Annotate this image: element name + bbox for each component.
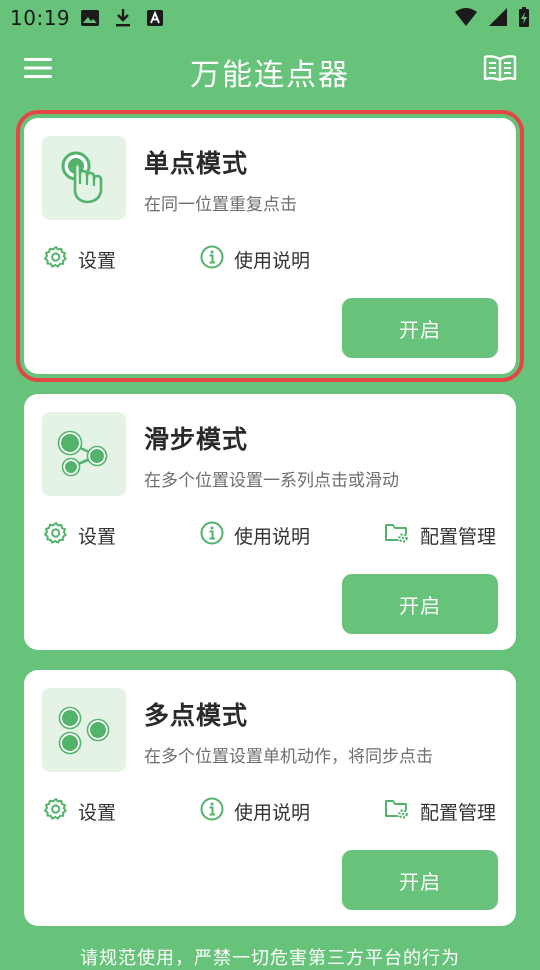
status-bar: 10:19 xyxy=(0,0,540,36)
mode-card-slide: 滑步模式 在多个位置设置一系列点击或滑动 设置 使用说明 配置管理 开启 xyxy=(24,394,516,650)
card-title: 单点模式 xyxy=(144,149,249,178)
help-button[interactable]: 使用说明 xyxy=(200,521,310,550)
start-button[interactable]: 开启 xyxy=(342,850,498,910)
gear-icon xyxy=(44,245,68,274)
help-button[interactable]: 使用说明 xyxy=(200,245,310,274)
status-right-icons xyxy=(454,6,530,32)
a-icon xyxy=(146,9,164,31)
footer-note: 请规范使用，严禁一切危害第三方平台的行为 xyxy=(80,948,460,969)
info-icon xyxy=(200,245,224,274)
status-left-icons xyxy=(80,8,164,32)
status-time: 10:19 xyxy=(10,6,71,30)
battery-charging-icon xyxy=(518,6,530,32)
info-icon xyxy=(200,797,224,826)
page-title: 万能连点器 xyxy=(190,58,350,93)
mode-card-single: 单点模式 在同一位置重复点击 设置 使用说明 开启 xyxy=(16,110,524,382)
card-title: 多点模式 xyxy=(144,701,249,730)
download-icon xyxy=(114,8,132,32)
card-actions: 设置 使用说明 配置管理 xyxy=(44,521,498,553)
settings-label: 设置 xyxy=(78,526,117,548)
config-label: 配置管理 xyxy=(420,526,497,548)
card-description: 在多个位置设置一系列点击或滑动 xyxy=(144,471,399,491)
gear-icon xyxy=(44,797,68,826)
settings-button[interactable]: 设置 xyxy=(44,245,116,274)
info-icon xyxy=(200,521,224,550)
config-button[interactable]: 配置管理 xyxy=(384,521,496,550)
connected-dots-icon xyxy=(42,412,126,496)
help-label: 使用说明 xyxy=(234,250,311,272)
mode-card-multi: 多点模式 在多个位置设置单机动作，将同步点击 设置 使用说明 配置管理 开启 xyxy=(24,670,516,926)
config-label: 配置管理 xyxy=(420,802,497,824)
folder-gear-icon xyxy=(384,521,410,550)
card-description: 在同一位置重复点击 xyxy=(144,195,297,215)
app-header: 万能连点器 xyxy=(0,40,540,96)
card-description: 在多个位置设置单机动作，将同步点击 xyxy=(144,747,433,767)
gear-icon xyxy=(44,521,68,550)
card-actions: 设置 使用说明 配置管理 xyxy=(44,797,498,829)
help-label: 使用说明 xyxy=(234,802,311,824)
card-title: 滑步模式 xyxy=(144,425,249,454)
folder-gear-icon xyxy=(384,797,410,826)
settings-label: 设置 xyxy=(78,250,117,272)
help-button[interactable]: 使用说明 xyxy=(200,797,310,826)
help-label: 使用说明 xyxy=(234,526,311,548)
image-icon xyxy=(80,9,100,31)
wifi-icon xyxy=(454,7,478,31)
settings-button[interactable]: 设置 xyxy=(44,797,116,826)
config-button[interactable]: 配置管理 xyxy=(384,797,496,826)
tap-hand-icon xyxy=(42,136,126,220)
settings-label: 设置 xyxy=(78,802,117,824)
card-actions: 设置 使用说明 xyxy=(44,245,498,277)
start-button[interactable]: 开启 xyxy=(342,298,498,358)
multi-dots-icon xyxy=(42,688,126,772)
start-button[interactable]: 开启 xyxy=(342,574,498,634)
book-icon[interactable] xyxy=(482,52,518,84)
signal-icon xyxy=(488,7,508,31)
settings-button[interactable]: 设置 xyxy=(44,521,116,550)
